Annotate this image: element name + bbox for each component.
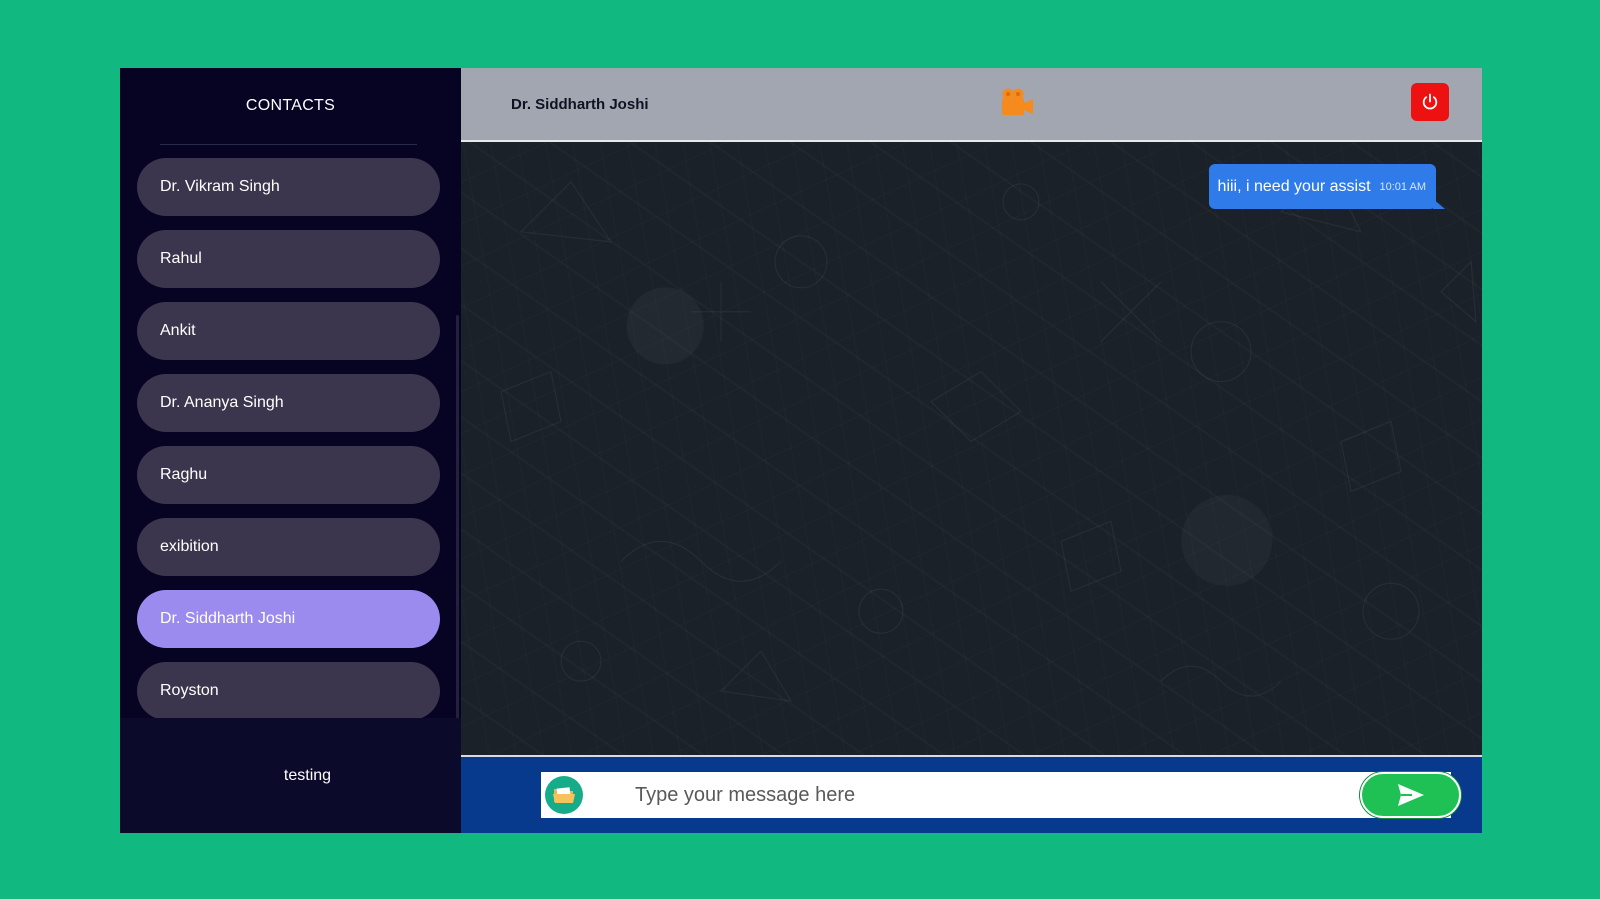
math-doodle-background [500, 171, 1477, 702]
chat-contact-name: Dr. Siddharth Joshi [511, 95, 649, 113]
current-user-label: testing [120, 718, 461, 833]
contacts-scrollbar[interactable] [456, 315, 459, 718]
chat-header: Dr. Siddharth Joshi [461, 68, 1482, 142]
contact-item-exibition[interactable]: exibition [137, 518, 440, 576]
video-call-button[interactable] [999, 86, 1035, 118]
composer-box [541, 772, 1461, 818]
contact-label: Rahul [160, 250, 202, 267]
contact-label: exibition [160, 538, 219, 555]
contacts-sidebar: CONTACTS Dr. Vikram Singh Rahul Ankit Dr… [120, 68, 461, 833]
contact-label: Dr. Siddharth Joshi [160, 610, 296, 627]
message-text: hiii, i need your assist [1217, 177, 1371, 195]
logout-button[interactable] [1411, 83, 1449, 121]
message-timestamp: 10:01 AM [1379, 180, 1426, 193]
contact-item-ankit[interactable]: Ankit [137, 302, 440, 360]
contact-label: Ankit [160, 322, 196, 339]
contact-item-royston[interactable]: Royston [137, 662, 440, 718]
contact-item-rahul[interactable]: Rahul [137, 230, 440, 288]
contact-item-ananya-singh[interactable]: Dr. Ananya Singh [137, 374, 440, 432]
send-icon [1397, 784, 1424, 806]
contact-item-vikram-singh[interactable]: Dr. Vikram Singh [137, 158, 440, 216]
contacts-heading: CONTACTS [245, 97, 336, 114]
contact-label: Dr. Ananya Singh [160, 394, 284, 411]
contact-item-raghu[interactable]: Raghu [137, 446, 440, 504]
chat-app: CONTACTS Dr. Vikram Singh Rahul Ankit Dr… [120, 68, 1482, 833]
folder-icon [553, 787, 575, 803]
messages-area: hiii, i need your assist 10:01 AM [461, 142, 1482, 755]
contact-label: Royston [160, 682, 219, 699]
contact-label: Raghu [160, 466, 208, 483]
power-icon [1422, 93, 1438, 110]
send-button[interactable] [1360, 772, 1461, 818]
contact-item-siddharth-joshi[interactable]: Dr. Siddharth Joshi [137, 590, 440, 648]
attach-file-button[interactable] [545, 776, 583, 814]
contact-label: Dr. Vikram Singh [160, 178, 280, 195]
message-input[interactable] [635, 775, 1315, 815]
outgoing-message-bubble: hiii, i need your assist 10:01 AM [1208, 164, 1446, 209]
contacts-list: Dr. Vikram Singh Rahul Ankit Dr. Ananya … [120, 145, 461, 718]
message-composer [461, 755, 1482, 833]
chat-panel: Dr. Siddharth Joshi hiii, i need your as… [461, 68, 1482, 833]
video-camera-icon [1002, 88, 1033, 115]
